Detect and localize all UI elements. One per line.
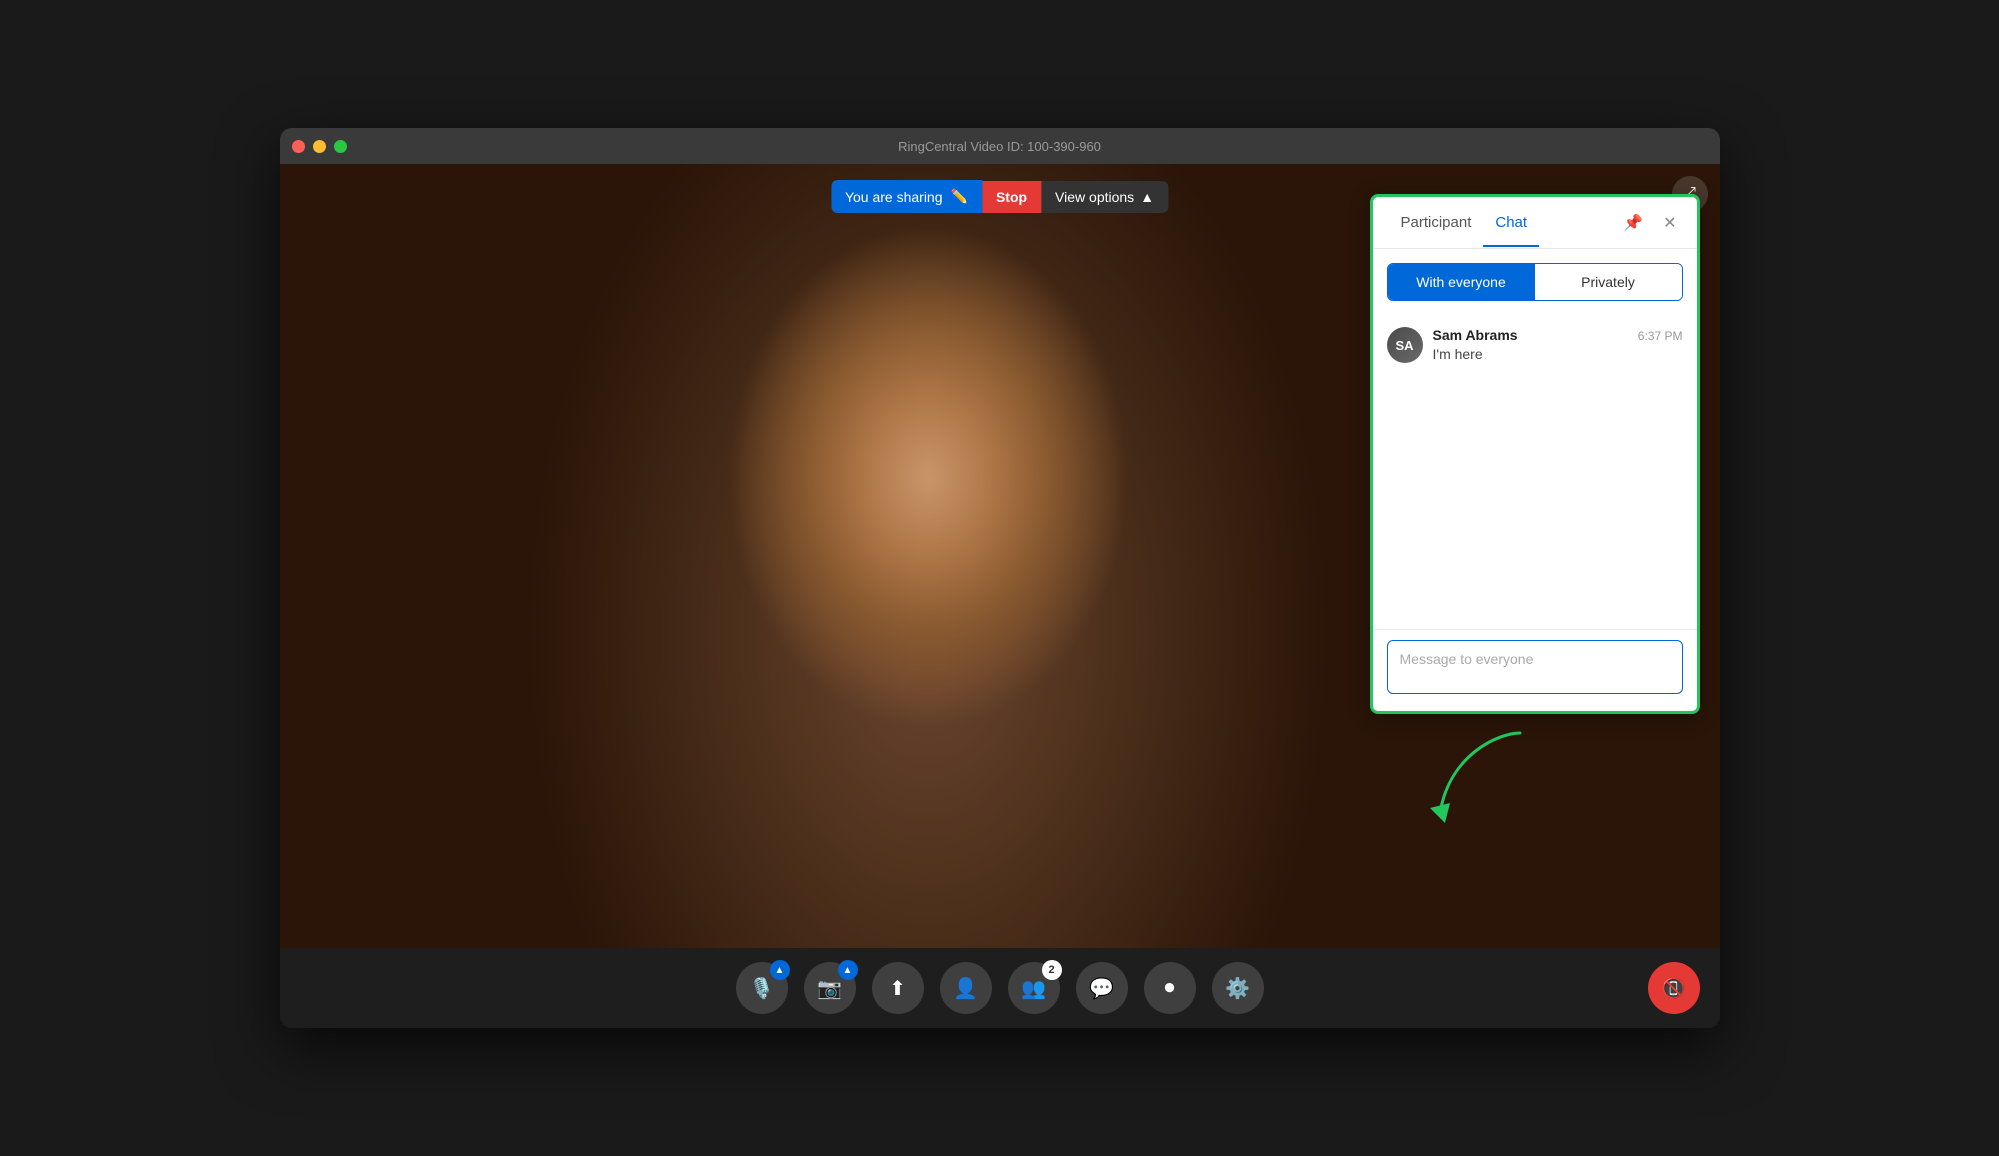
chat-input-area xyxy=(1373,629,1697,711)
share-screen-button[interactable]: ⬆ xyxy=(872,962,924,1014)
pin-button[interactable]: 📌 xyxy=(1619,209,1647,237)
sharing-text: You are sharing xyxy=(845,189,943,205)
window-title: RingCentral Video ID: 100-390-960 xyxy=(898,139,1101,154)
message-header: Sam Abrams 6:37 PM xyxy=(1433,327,1683,343)
share-icon: ⬆ xyxy=(889,976,906,1001)
camera-button[interactable]: 📷 ▲ xyxy=(804,962,856,1014)
bottom-toolbar: 🎙️ ▲ 📷 ▲ ⬆ 👤 👥 2 💬 ⏺ ⚙️ xyxy=(280,948,1720,1028)
invite-icon: 👥 xyxy=(1021,976,1046,1001)
settings-button[interactable]: ⚙️ xyxy=(1212,962,1264,1014)
privately-button[interactable]: Privately xyxy=(1535,264,1682,300)
invite-button[interactable]: 👥 2 xyxy=(1008,962,1060,1014)
chevron-down-icon: ▲ xyxy=(1140,189,1154,205)
traffic-lights xyxy=(292,140,347,153)
tab-chat[interactable]: Chat xyxy=(1483,200,1539,247)
chat-messages[interactable]: SA Sam Abrams 6:37 PM I'm here xyxy=(1373,315,1697,629)
tab-participant[interactable]: Participant xyxy=(1389,200,1484,247)
chat-button[interactable]: 💬 xyxy=(1076,962,1128,1014)
mic-badge: ▲ xyxy=(770,960,790,980)
everyone-button[interactable]: With everyone xyxy=(1388,264,1535,300)
participants-button[interactable]: 👤 xyxy=(940,962,992,1014)
camera-off-icon: 📷 xyxy=(817,976,842,1001)
chat-panel: Participant Chat 📌 ✕ With everyone Pri xyxy=(1370,194,1700,714)
chat-message: SA Sam Abrams 6:37 PM I'm here xyxy=(1387,327,1683,363)
pin-icon: 📌 xyxy=(1623,215,1643,232)
close-button[interactable] xyxy=(292,140,305,153)
message-text: I'm here xyxy=(1433,346,1683,362)
sharing-badge: You are sharing ✏️ xyxy=(831,180,982,213)
camera-badge: ▲ xyxy=(838,960,858,980)
audience-toggle: With everyone Privately xyxy=(1387,263,1683,301)
chat-icon: 💬 xyxy=(1089,976,1114,1001)
main-content: You are sharing ✏️ Stop View options ▲ ⤢… xyxy=(280,164,1720,948)
message-content: Sam Abrams 6:37 PM I'm here xyxy=(1433,327,1683,363)
end-call-button[interactable]: 📵 xyxy=(1648,962,1700,1014)
participant-count-badge: 2 xyxy=(1042,960,1062,980)
avatar: SA xyxy=(1387,327,1423,363)
microphone-icon: 🎙️ xyxy=(749,976,774,1001)
panel-header-actions: 📌 ✕ xyxy=(1619,209,1680,237)
message-author: Sam Abrams xyxy=(1433,327,1518,343)
pencil-icon: ✏️ xyxy=(951,188,968,205)
message-input[interactable] xyxy=(1387,640,1683,694)
minimize-button[interactable] xyxy=(313,140,326,153)
panel-header: Participant Chat 📌 ✕ xyxy=(1373,197,1697,249)
close-icon: ✕ xyxy=(1663,215,1676,232)
view-options-label: View options xyxy=(1055,189,1134,205)
stop-button[interactable]: Stop xyxy=(982,181,1041,213)
record-button[interactable]: ⏺ xyxy=(1144,962,1196,1014)
phone-end-icon: 📵 xyxy=(1661,976,1686,1001)
record-icon: ⏺ xyxy=(1165,977,1175,1000)
title-bar: RingCentral Video ID: 100-390-960 xyxy=(280,128,1720,164)
microphone-button[interactable]: 🎙️ ▲ xyxy=(736,962,788,1014)
maximize-button[interactable] xyxy=(334,140,347,153)
mac-window: RingCentral Video ID: 100-390-960 You ar… xyxy=(280,128,1720,1028)
sharing-bar: You are sharing ✏️ Stop View options ▲ xyxy=(831,180,1168,213)
gear-icon: ⚙️ xyxy=(1225,976,1250,1001)
participants-icon: 👤 xyxy=(953,976,978,1001)
view-options-button[interactable]: View options ▲ xyxy=(1041,181,1168,213)
close-panel-button[interactable]: ✕ xyxy=(1659,209,1680,237)
message-time: 6:37 PM xyxy=(1638,329,1683,343)
